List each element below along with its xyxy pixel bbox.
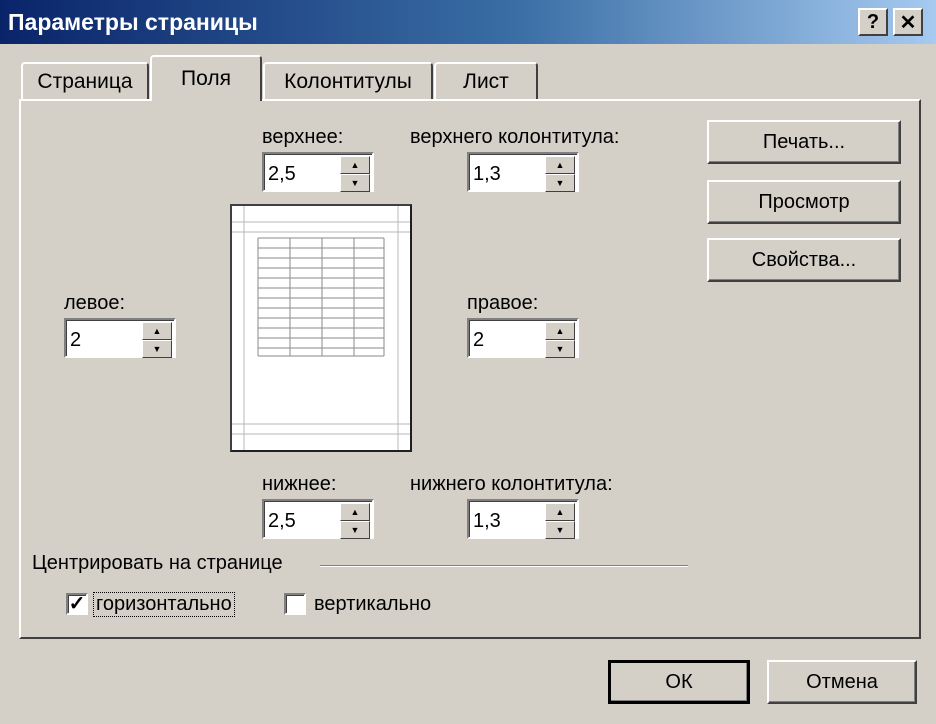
preview-button[interactable]: Просмотр [707, 180, 901, 224]
spin-down-icon[interactable]: ▼ [340, 174, 370, 192]
ok-button[interactable]: ОК [608, 660, 750, 704]
spin-down-icon[interactable]: ▼ [545, 521, 575, 539]
header-margin-spinner[interactable]: 1,3 ▲ ▼ [467, 152, 579, 192]
cancel-button-label: Отмена [806, 670, 878, 693]
cancel-button[interactable]: Отмена [767, 660, 917, 704]
left-margin-label: левое: [64, 292, 125, 314]
horizontal-checkbox[interactable]: ✓ [66, 593, 88, 615]
checkmark-icon: ✓ [68, 593, 86, 615]
right-margin-label: правое: [467, 292, 539, 314]
page-preview-graphic [232, 206, 410, 450]
page-preview [230, 204, 412, 452]
vertical-label[interactable]: вертикально [314, 593, 431, 616]
top-margin-spinner[interactable]: 2,5 ▲ ▼ [262, 152, 374, 192]
spin-up-icon[interactable]: ▲ [142, 322, 172, 340]
footer-margin-spinner[interactable]: 1,3 ▲ ▼ [467, 499, 579, 539]
bottom-margin-label: нижнее: [262, 473, 337, 495]
print-button-label: Печать... [762, 130, 846, 153]
print-button[interactable]: Печать... [707, 120, 901, 164]
spin-up-icon[interactable]: ▲ [340, 156, 370, 174]
ok-button-label: ОК [665, 670, 693, 693]
vertical-checkbox[interactable] [284, 593, 306, 615]
header-margin-label: верхнего колонтитула: [410, 126, 620, 148]
top-margin-label: верхнее: [262, 126, 344, 148]
spin-down-icon[interactable]: ▼ [142, 340, 172, 358]
left-margin-spinner[interactable]: 2 ▲ ▼ [64, 318, 176, 358]
properties-button[interactable]: Свойства... [707, 238, 901, 282]
footer-margin-label: нижнего колонтитула: [410, 473, 613, 495]
center-group-label: Центрировать на странице [32, 552, 283, 574]
spin-up-icon[interactable]: ▲ [545, 322, 575, 340]
properties-button-label: Свойства... [751, 248, 857, 271]
spin-down-icon[interactable]: ▼ [545, 340, 575, 358]
horizontal-label[interactable]: горизонтально [93, 592, 235, 617]
spin-up-icon[interactable]: ▲ [545, 156, 575, 174]
spin-up-icon[interactable]: ▲ [545, 503, 575, 521]
preview-button-label: Просмотр [758, 190, 850, 213]
spin-down-icon[interactable]: ▼ [340, 521, 370, 539]
bottom-margin-spinner[interactable]: 2,5 ▲ ▼ [262, 499, 374, 539]
spin-down-icon[interactable]: ▼ [545, 174, 575, 192]
spin-up-icon[interactable]: ▲ [340, 503, 370, 521]
right-margin-spinner[interactable]: 2 ▲ ▼ [467, 318, 579, 358]
group-divider [320, 565, 688, 567]
